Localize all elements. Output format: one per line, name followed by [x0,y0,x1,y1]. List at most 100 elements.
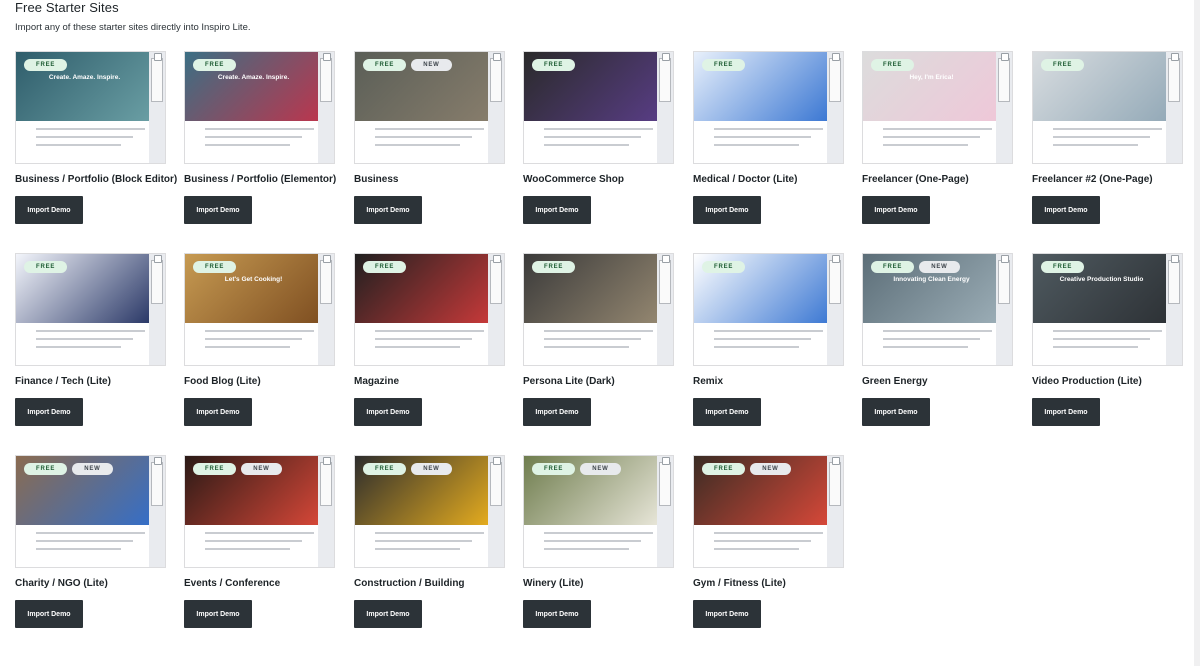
preview-text-line [36,540,133,542]
preview-text-line [36,338,133,340]
free-badge: FREE [24,261,68,273]
preview-text-line [375,540,472,542]
preview-text-line [883,338,980,340]
import-demo-button[interactable]: Import Demo [15,196,83,224]
import-demo-button[interactable]: Import Demo [523,196,591,224]
free-badge: FREE [1041,261,1085,273]
import-demo-button[interactable]: Import Demo [15,600,83,628]
starter-site-card: FREE WooCommerce Shop Import Demo [523,51,674,224]
import-demo-button[interactable]: Import Demo [523,600,591,628]
import-demo-button[interactable]: Import Demo [354,196,422,224]
builder-side-label [488,456,504,567]
import-demo-button[interactable]: Import Demo [693,398,761,426]
preview-text-line [544,330,653,332]
import-demo-button[interactable]: Import Demo [184,196,252,224]
starter-site-card: FREE Remix Import Demo [693,253,844,426]
site-preview-thumbnail[interactable]: FREE NEW [523,455,674,568]
site-preview-thumbnail[interactable]: Innovating Clean Energy FREE NEW [862,253,1013,366]
gutenberg-icon [320,53,332,102]
site-title: Magazine [354,376,400,387]
preview-text-line [1053,338,1150,340]
site-title: Video Production (Lite) [1032,376,1142,387]
import-demo-button[interactable]: Import Demo [1032,398,1100,426]
import-demo-button[interactable]: Import Demo [15,398,83,426]
site-preview-thumbnail[interactable]: FREE [523,253,674,366]
site-preview-thumbnail[interactable]: FREE NEW [693,455,844,568]
free-badge: FREE [24,463,68,475]
site-preview-thumbnail[interactable]: FREE NEW [15,455,166,568]
preview-hero-text: Let's Get Cooking! [224,276,283,283]
builder-side-label [318,456,334,567]
gutenberg-icon [151,457,163,506]
preview-text-line [544,144,629,146]
starter-site-card: Let's Get Cooking! FREE Food Blog (Lite) Im… [184,253,335,426]
site-preview-thumbnail[interactable]: FREE [354,253,505,366]
new-badge: NEW [411,59,452,71]
free-badge: FREE [193,463,237,475]
site-title: Gym / Fitness (Lite) [693,578,786,589]
scrollbar[interactable] [1194,0,1200,666]
site-preview-thumbnail[interactable]: Create. Amaze. Inspire. FREE [15,51,166,164]
site-preview-thumbnail[interactable]: Hey, I'm Erica! FREE [862,51,1013,164]
gutenberg-icon [1168,53,1180,102]
import-demo-button[interactable]: Import Demo [693,196,761,224]
site-preview-thumbnail[interactable]: Let's Get Cooking! FREE [184,253,335,366]
builder-side-label [1166,52,1182,163]
preview-text-line [375,330,484,332]
preview-text-line [714,338,811,340]
import-demo-button[interactable]: Import Demo [184,398,252,426]
gutenberg-icon [659,457,671,506]
free-badge: FREE [871,261,915,273]
import-demo-button[interactable]: Import Demo [693,600,761,628]
badge-group: FREE [1041,261,1085,273]
import-demo-button[interactable]: Import Demo [354,600,422,628]
badge-group: FREE [702,261,746,273]
preview-text-line [205,338,302,340]
free-badge: FREE [363,261,407,273]
builder-side-label [996,254,1012,365]
starter-site-card: Create. Amaze. Inspire. FREE Business / Po… [15,51,177,224]
free-badge: FREE [193,59,237,71]
badge-group: FREE [532,261,576,273]
site-preview-thumbnail[interactable]: FREE NEW [354,51,505,164]
site-title: Persona Lite (Dark) [523,376,615,387]
import-demo-button[interactable]: Import Demo [354,398,422,426]
site-preview-thumbnail[interactable]: FREE [693,51,844,164]
site-title: WooCommerce Shop [523,174,624,185]
preview-text-line [883,346,968,348]
import-demo-button[interactable]: Import Demo [1032,196,1100,224]
preview-text-line [205,548,290,550]
site-preview-thumbnail[interactable]: Creative Production Studio FREE [1032,253,1183,366]
preview-text-line [544,128,653,130]
preview-text-line [1053,330,1162,332]
site-preview-thumbnail[interactable]: FREE NEW [354,455,505,568]
import-demo-button[interactable]: Import Demo [862,398,930,426]
site-title: Business / Portfolio (Elementor) [184,174,337,185]
gutenberg-icon [490,255,502,304]
site-preview-thumbnail[interactable]: Create. Amaze. Inspire. FREE [184,51,335,164]
builder-side-label [488,254,504,365]
import-demo-button[interactable]: Import Demo [523,398,591,426]
gutenberg-icon [659,53,671,102]
preview-text-line [714,346,799,348]
site-preview-thumbnail[interactable]: FREE [523,51,674,164]
preview-text-line [205,128,314,130]
import-demo-button[interactable]: Import Demo [184,600,252,628]
starter-site-card: FREE Medical / Doctor (Lite) Import Demo [693,51,844,224]
badge-group: FREE [871,59,915,71]
site-preview-thumbnail[interactable]: FREE [15,253,166,366]
import-demo-button[interactable]: Import Demo [862,196,930,224]
free-badge: FREE [702,463,746,475]
preview-text-line [883,330,992,332]
free-badge: FREE [532,261,576,273]
site-title: Finance / Tech (Lite) [15,376,111,387]
preview-hero-text: Innovating Clean Energy [893,276,970,283]
site-preview-thumbnail[interactable]: FREE [1032,51,1183,164]
free-badge: FREE [702,59,746,71]
free-badge: FREE [363,59,407,71]
site-preview-thumbnail[interactable]: FREE [693,253,844,366]
site-preview-thumbnail[interactable]: FREE NEW [184,455,335,568]
preview-text-line [714,540,811,542]
badge-group: FREE NEW [532,463,621,475]
preview-text-line [544,346,629,348]
